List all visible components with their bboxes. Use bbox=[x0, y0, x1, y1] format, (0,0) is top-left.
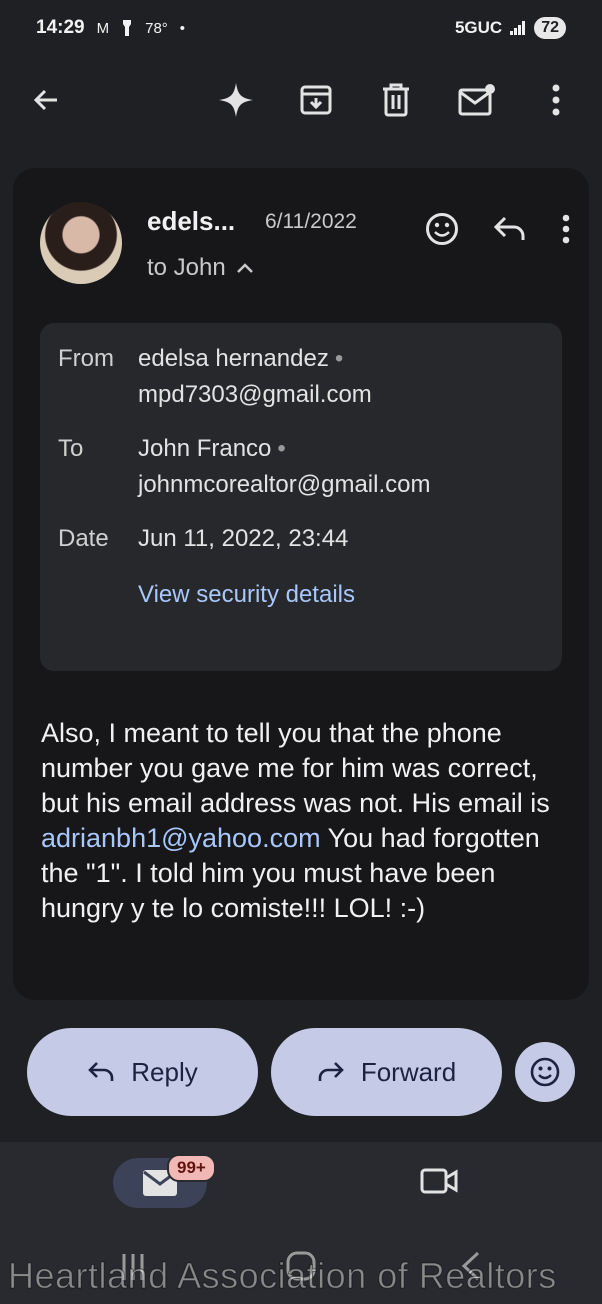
from-row: From edelsa hernandez • mpd7303@gmail.com bbox=[58, 341, 558, 421]
to-email[interactable]: johnmcorealtor@gmail.com bbox=[138, 471, 430, 498]
status-bar: 14:29 M 78° • 5GUC 72 bbox=[0, 0, 602, 56]
unread-badge: 99+ bbox=[167, 1154, 216, 1182]
message-more-icon[interactable] bbox=[561, 214, 571, 249]
archive-icon[interactable] bbox=[294, 78, 338, 122]
from-name: edelsa hernandez bbox=[138, 345, 329, 372]
forward-icon bbox=[318, 1062, 344, 1081]
reply-icon bbox=[88, 1062, 114, 1081]
mark-unread-icon[interactable] bbox=[454, 78, 498, 122]
body-text-part1: Also, I meant to tell you that the phone… bbox=[41, 718, 550, 818]
meet-tab[interactable] bbox=[420, 1166, 458, 1201]
watermark-text: Heartland Association of Realtors bbox=[8, 1255, 557, 1297]
chevron-up-icon bbox=[236, 263, 253, 273]
from-label: From bbox=[58, 345, 114, 372]
sender-name[interactable]: edels... bbox=[147, 206, 235, 237]
gmail-icon: M bbox=[96, 19, 110, 37]
sparkle-icon[interactable] bbox=[214, 78, 258, 122]
separator-dot: • bbox=[277, 435, 286, 462]
emoji-react-button[interactable] bbox=[515, 1042, 575, 1102]
email-card: edels... 6/11/2022 to John From edelsa h… bbox=[13, 168, 589, 1000]
back-arrow-icon[interactable] bbox=[24, 78, 68, 122]
delete-icon[interactable] bbox=[374, 78, 418, 122]
forward-button[interactable]: Forward bbox=[271, 1028, 502, 1116]
view-security-details-link[interactable]: View security details bbox=[138, 581, 355, 609]
reply-icon[interactable] bbox=[493, 214, 527, 249]
message-actions: Reply Forward bbox=[0, 1026, 602, 1118]
to-name: John Franco bbox=[138, 435, 272, 462]
recipient-toggle[interactable]: to John bbox=[147, 254, 254, 282]
separator-dot: • bbox=[334, 345, 344, 372]
reply-button[interactable]: Reply bbox=[27, 1028, 258, 1116]
status-time: 14:29 bbox=[36, 17, 85, 38]
notification-dot-icon: • bbox=[179, 19, 186, 37]
more-vert-icon[interactable] bbox=[534, 78, 578, 122]
to-label-detail: To bbox=[58, 435, 84, 462]
forward-label: Forward bbox=[360, 1056, 457, 1087]
emoji-icon bbox=[530, 1057, 560, 1087]
date-label: Date bbox=[58, 525, 109, 552]
date-row: Date Jun 11, 2022, 23:44 bbox=[58, 521, 558, 561]
email-link[interactable]: adrianbh1@yahoo.com bbox=[41, 823, 321, 853]
battery-level: 72 bbox=[534, 17, 566, 39]
to-label: to John bbox=[147, 254, 226, 281]
email-toolbar bbox=[0, 60, 602, 140]
temperature: 78° bbox=[145, 19, 168, 37]
email-date-short: 6/11/2022 bbox=[265, 210, 357, 233]
signal-icon bbox=[510, 21, 526, 35]
video-camera-icon bbox=[420, 1168, 458, 1194]
to-row: To John Franco • johnmcorealtor@gmail.com bbox=[58, 431, 558, 511]
email-body: Also, I meant to tell you that the phone… bbox=[41, 716, 571, 926]
sender-avatar[interactable] bbox=[40, 202, 122, 284]
date-value: Jun 11, 2022, 23:44 bbox=[138, 525, 349, 552]
email-details-panel: From edelsa hernandez • mpd7303@gmail.com… bbox=[40, 323, 562, 671]
flashlight-icon bbox=[123, 20, 132, 36]
from-email[interactable]: mpd7303@gmail.com bbox=[138, 381, 372, 408]
network-type: 5GUC bbox=[454, 18, 503, 37]
emoji-reaction-icon[interactable] bbox=[425, 212, 459, 251]
reply-label: Reply bbox=[131, 1056, 198, 1087]
